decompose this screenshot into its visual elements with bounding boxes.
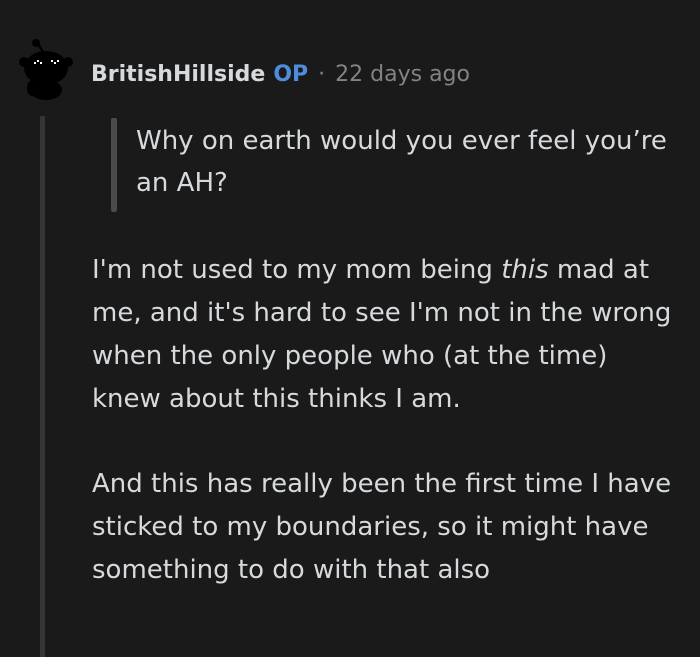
op-badge: OP [273, 61, 309, 87]
snoo-avatar-icon [19, 39, 73, 100]
user-avatar[interactable] [14, 38, 74, 100]
comment-timestamp[interactable]: 22 days ago [335, 62, 470, 87]
meta-separator: · [318, 61, 326, 87]
paragraph-1-text-before: I'm not used to my mom being [92, 255, 502, 285]
paragraph-1-emphasis: this [501, 255, 549, 285]
blockquote-text: Why on earth would you ever feel you’re … [136, 126, 667, 198]
comment-header: BritishHillside OP · 22 days ago [91, 58, 470, 90]
thread-line[interactable] [40, 116, 45, 657]
blockquote-bar [111, 118, 117, 212]
author-username[interactable]: BritishHillside [91, 62, 265, 87]
comment-paragraph-1: I'm not used to my mom being this mad at… [92, 249, 682, 421]
comment-paragraph-2: And this has really been the first time … [92, 469, 672, 585]
